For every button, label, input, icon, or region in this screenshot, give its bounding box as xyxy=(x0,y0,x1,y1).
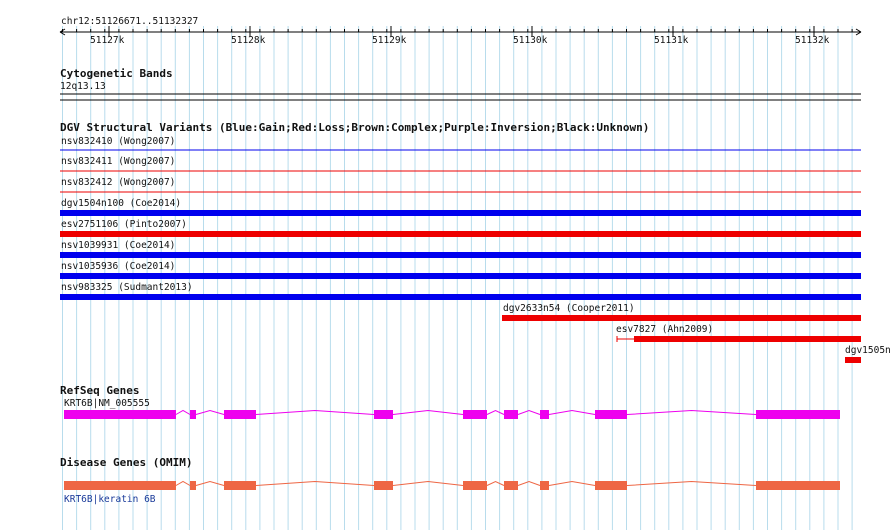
genome-browser-view: chr12:51126671..51132327 51127k 51128k 5… xyxy=(0,0,890,530)
intron-line xyxy=(195,409,225,415)
track-title-omim[interactable]: Disease Genes (OMIM) xyxy=(60,456,192,469)
exon-block xyxy=(374,410,393,419)
exon-block xyxy=(595,481,627,490)
exon-block xyxy=(504,481,518,490)
exon-block xyxy=(374,481,393,490)
track-title-cytogenetic[interactable]: Cytogenetic Bands xyxy=(60,67,173,80)
variant-label[interactable]: dgv2633n54 (Cooper2011) xyxy=(503,303,635,314)
exon-block xyxy=(190,481,196,490)
intron-line xyxy=(175,409,191,415)
refseq-gene-model[interactable] xyxy=(64,409,840,419)
variant-bar-nsv1039931[interactable] xyxy=(60,252,861,258)
variant-label[interactable]: nsv1039931 (Coe2014) xyxy=(61,240,175,251)
variant-label[interactable]: nsv983325 (Sudmant2013) xyxy=(61,282,193,293)
exon-block xyxy=(595,410,627,419)
exon-block xyxy=(190,410,196,419)
variant-label[interactable]: esv7827 (Ahn2009) xyxy=(616,324,713,335)
intron-line xyxy=(517,480,541,486)
gene-label-refseq[interactable]: KRT6B|NM_005555 xyxy=(64,398,150,409)
ruler xyxy=(59,26,862,36)
intron-line xyxy=(392,480,464,486)
exon-block xyxy=(756,481,840,490)
omim-gene-model[interactable] xyxy=(64,480,840,490)
track-title-refseq[interactable]: RefSeq Genes xyxy=(60,384,139,397)
exon-block xyxy=(224,481,256,490)
variant-bar-dgv1505n[interactable] xyxy=(845,357,861,363)
exon-block xyxy=(224,410,256,419)
track-title-dgv[interactable]: DGV Structural Variants (Blue:Gain;Red:L… xyxy=(60,121,649,134)
exon-block xyxy=(756,410,840,419)
gene-label-omim[interactable]: KRT6B|keratin 6B xyxy=(64,494,156,505)
variant-bar-dgv1504n100[interactable] xyxy=(60,210,861,216)
ruler-tick-label: 51130k xyxy=(513,35,548,46)
variant-label[interactable]: dgv1504n100 (Coe2014) xyxy=(61,198,181,209)
variant-label[interactable]: nsv832412 (Wong2007) xyxy=(61,177,175,188)
intron-line xyxy=(626,409,757,415)
variant-label[interactable]: nsv832411 (Wong2007) xyxy=(61,156,175,167)
exon-block xyxy=(64,481,176,490)
variant-label[interactable]: nsv832410 (Wong2007) xyxy=(61,136,175,147)
intron-line xyxy=(195,480,225,486)
cytoband-label[interactable]: 12q13.13 xyxy=(60,81,106,92)
intron-line xyxy=(486,480,505,486)
ruler-tick-label: 51131k xyxy=(654,35,689,46)
exon-block xyxy=(463,410,487,419)
intron-line xyxy=(517,409,541,415)
variant-bar-esv7827[interactable] xyxy=(616,336,861,342)
exon-block xyxy=(463,481,487,490)
intron-line xyxy=(392,409,464,415)
variant-bar-esv2751106[interactable] xyxy=(60,231,861,237)
variant-bar-nsv983325[interactable] xyxy=(60,294,861,300)
exon-block xyxy=(64,410,176,419)
intron-line xyxy=(486,409,505,415)
variant-label[interactable]: dgv1505n xyxy=(845,345,890,356)
location-label: chr12:51126671..51132327 xyxy=(61,16,199,27)
variant-bar-nsv1035936[interactable] xyxy=(60,273,861,279)
ruler-tick-label: 51127k xyxy=(90,35,125,46)
ruler-tick-label: 51132k xyxy=(795,35,830,46)
intron-line xyxy=(175,480,191,486)
variant-label[interactable]: nsv1035936 (Coe2014) xyxy=(61,261,175,272)
exon-block xyxy=(540,410,549,419)
dgv-track xyxy=(60,149,861,363)
ruler-tick-label: 51129k xyxy=(372,35,407,46)
exon-block xyxy=(540,481,549,490)
variant-bar-dgv2633n54[interactable] xyxy=(502,315,861,321)
intron-line xyxy=(626,480,757,486)
variant-label[interactable]: esv2751106 (Pinto2007) xyxy=(61,219,187,230)
ruler-tick-label: 51128k xyxy=(231,35,266,46)
exon-block xyxy=(504,410,518,419)
